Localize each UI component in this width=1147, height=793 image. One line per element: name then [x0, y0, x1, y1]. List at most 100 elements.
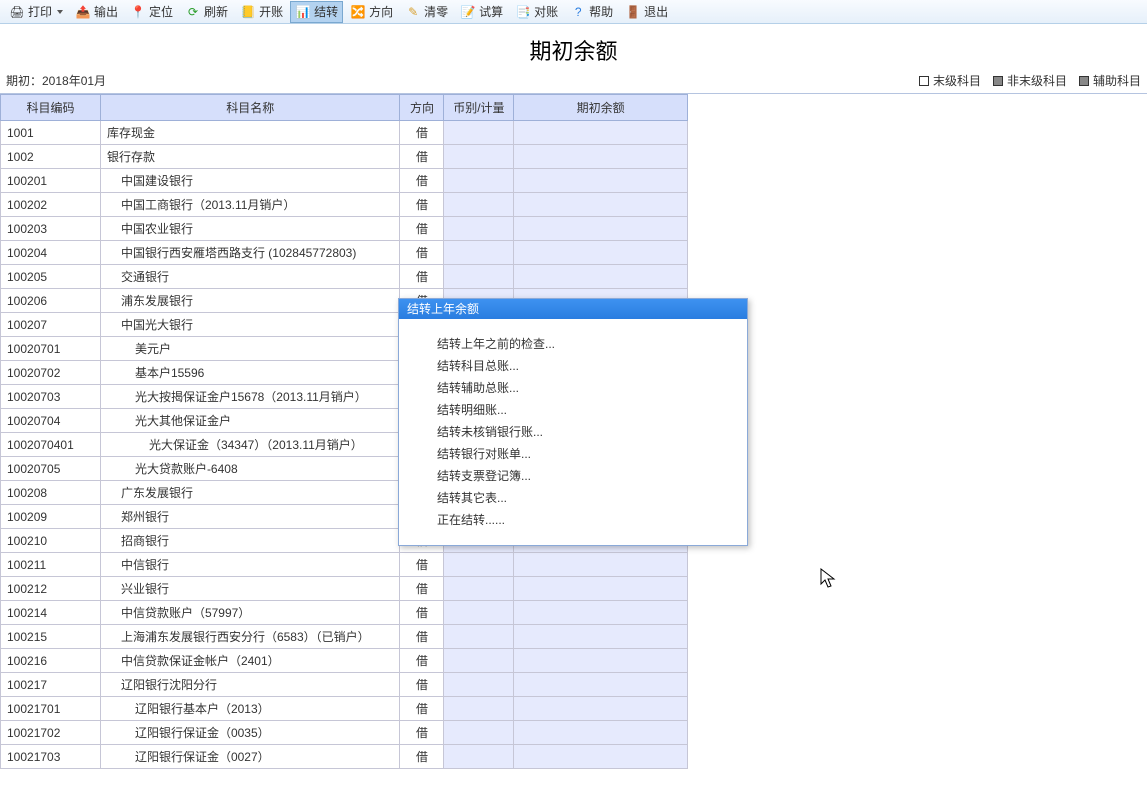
cell-curr[interactable] [444, 121, 514, 145]
cell-bal[interactable] [514, 241, 688, 265]
cell-bal[interactable] [514, 649, 688, 673]
cell-dir[interactable]: 借 [400, 673, 444, 697]
cell-dir[interactable]: 借 [400, 601, 444, 625]
print-button[interactable]: 🖨 打印 [4, 1, 68, 23]
cell-code[interactable]: 100217 [1, 673, 101, 697]
cell-bal[interactable] [514, 625, 688, 649]
cell-name[interactable]: 中国农业银行 [100, 217, 400, 241]
col-code[interactable]: 科目编码 [1, 95, 101, 121]
cell-code[interactable]: 100205 [1, 265, 101, 289]
cell-name[interactable]: 兴业银行 [100, 577, 400, 601]
cell-curr[interactable] [444, 169, 514, 193]
cell-curr[interactable] [444, 241, 514, 265]
cell-name[interactable]: 中国银行西安雁塔西路支行 (102845772803) [100, 241, 400, 265]
cell-curr[interactable] [444, 193, 514, 217]
cell-dir[interactable]: 借 [400, 625, 444, 649]
table-row[interactable]: 1002银行存款借 [1, 145, 688, 169]
cell-name[interactable]: 中信银行 [100, 553, 400, 577]
cell-code[interactable]: 1002 [1, 145, 101, 169]
cell-bal[interactable] [514, 745, 688, 769]
cell-curr[interactable] [444, 649, 514, 673]
cell-bal[interactable] [514, 217, 688, 241]
cell-bal[interactable] [514, 553, 688, 577]
cell-curr[interactable] [444, 577, 514, 601]
cell-code[interactable]: 10021702 [1, 721, 101, 745]
clear-button[interactable]: ✎ 清零 [400, 1, 453, 23]
cell-name[interactable]: 辽阳银行基本户（2013） [100, 697, 400, 721]
table-row[interactable]: 100214中信贷款账户（57997）借 [1, 601, 688, 625]
cell-name[interactable]: 中国工商银行（2013.11月销户） [100, 193, 400, 217]
table-row[interactable]: 100201中国建设银行借 [1, 169, 688, 193]
cell-dir[interactable]: 借 [400, 697, 444, 721]
table-row[interactable]: 100216中信贷款保证金帐户（2401）借 [1, 649, 688, 673]
cell-name[interactable]: 基本户15596 [100, 361, 400, 385]
table-row[interactable]: 100205交通银行借 [1, 265, 688, 289]
cell-name[interactable]: 上海浦东发展银行西安分行（6583）（已销户） [100, 625, 400, 649]
cell-curr[interactable] [444, 697, 514, 721]
cell-code[interactable]: 100201 [1, 169, 101, 193]
cell-code[interactable]: 100210 [1, 529, 101, 553]
cell-code[interactable]: 1002070401 [1, 433, 101, 457]
cell-code[interactable]: 100206 [1, 289, 101, 313]
cell-dir[interactable]: 借 [400, 649, 444, 673]
cell-bal[interactable] [514, 265, 688, 289]
cell-code[interactable]: 100203 [1, 217, 101, 241]
cell-name[interactable]: 光大保证金（34347）（2013.11月销户） [100, 433, 400, 457]
cell-dir[interactable]: 借 [400, 553, 444, 577]
cell-code[interactable]: 10020705 [1, 457, 101, 481]
cell-curr[interactable] [444, 265, 514, 289]
cell-dir[interactable]: 借 [400, 745, 444, 769]
table-row[interactable]: 10021703辽阳银行保证金（0027）借 [1, 745, 688, 769]
cell-name[interactable]: 招商银行 [100, 529, 400, 553]
carry-button[interactable]: 📊 结转 [290, 1, 343, 23]
cell-name[interactable]: 中国建设银行 [100, 169, 400, 193]
locate-button[interactable]: 📍 定位 [125, 1, 178, 23]
cell-bal[interactable] [514, 169, 688, 193]
table-row[interactable]: 1001库存现金借 [1, 121, 688, 145]
cell-code[interactable]: 10020704 [1, 409, 101, 433]
cell-bal[interactable] [514, 145, 688, 169]
cell-name[interactable]: 交通银行 [100, 265, 400, 289]
cell-code[interactable]: 100208 [1, 481, 101, 505]
cell-name[interactable]: 中信贷款保证金帐户（2401） [100, 649, 400, 673]
cell-dir[interactable]: 借 [400, 121, 444, 145]
cell-code[interactable]: 1001 [1, 121, 101, 145]
cell-curr[interactable] [444, 673, 514, 697]
cell-name[interactable]: 美元户 [100, 337, 400, 361]
cell-name[interactable]: 中国光大银行 [100, 313, 400, 337]
cell-curr[interactable] [444, 745, 514, 769]
cell-dir[interactable]: 借 [400, 241, 444, 265]
cell-name[interactable]: 光大其他保证金户 [100, 409, 400, 433]
cell-code[interactable]: 100214 [1, 601, 101, 625]
col-bal[interactable]: 期初余额 [514, 95, 688, 121]
output-button[interactable]: 📤 输出 [70, 1, 123, 23]
cell-bal[interactable] [514, 673, 688, 697]
cell-code[interactable]: 100216 [1, 649, 101, 673]
cell-code[interactable]: 100215 [1, 625, 101, 649]
cell-bal[interactable] [514, 601, 688, 625]
cell-name[interactable]: 辽阳银行保证金（0035） [100, 721, 400, 745]
cell-name[interactable]: 银行存款 [100, 145, 400, 169]
cell-name[interactable]: 中信贷款账户（57997） [100, 601, 400, 625]
cell-bal[interactable] [514, 721, 688, 745]
cell-curr[interactable] [444, 601, 514, 625]
refresh-button[interactable]: ⟳ 刷新 [180, 1, 233, 23]
cell-name[interactable]: 浦东发展银行 [100, 289, 400, 313]
table-row[interactable]: 100217辽阳银行沈阳分行借 [1, 673, 688, 697]
col-curr[interactable]: 币别/计量 [444, 95, 514, 121]
cell-code[interactable]: 100204 [1, 241, 101, 265]
table-row[interactable]: 100212兴业银行借 [1, 577, 688, 601]
cell-curr[interactable] [444, 145, 514, 169]
cell-curr[interactable] [444, 721, 514, 745]
cell-name[interactable]: 辽阳银行保证金（0027） [100, 745, 400, 769]
cell-code[interactable]: 10020701 [1, 337, 101, 361]
open-button[interactable]: 📒 开账 [235, 1, 288, 23]
cell-code[interactable]: 10021701 [1, 697, 101, 721]
trial-button[interactable]: 📝 试算 [455, 1, 508, 23]
cell-bal[interactable] [514, 121, 688, 145]
cell-curr[interactable] [444, 553, 514, 577]
cell-bal[interactable] [514, 193, 688, 217]
cell-name[interactable]: 辽阳银行沈阳分行 [100, 673, 400, 697]
cell-code[interactable]: 10020703 [1, 385, 101, 409]
cell-dir[interactable]: 借 [400, 721, 444, 745]
